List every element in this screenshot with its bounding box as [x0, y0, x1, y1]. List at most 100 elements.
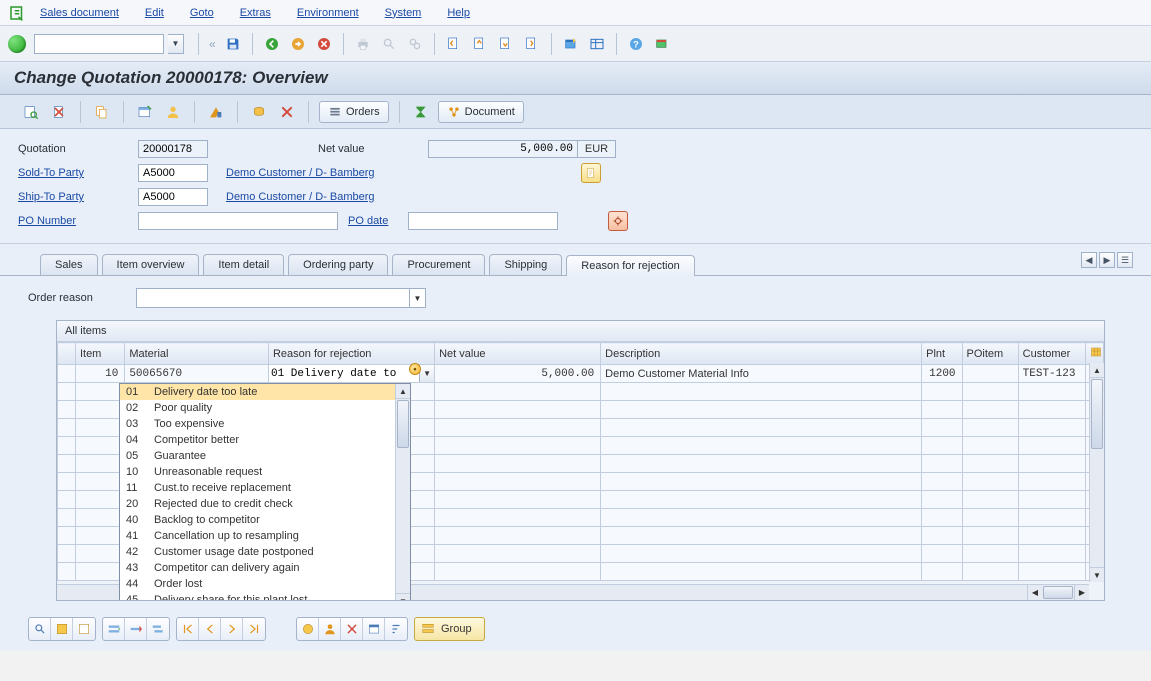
- col-material[interactable]: Material: [125, 343, 269, 365]
- grid-next-icon[interactable]: [221, 618, 243, 640]
- soldto-label[interactable]: Sold-To Party: [18, 167, 138, 179]
- cell-description[interactable]: Demo Customer Material Info: [601, 365, 922, 383]
- menu-system[interactable]: System: [385, 7, 422, 19]
- reason-option[interactable]: 10Unreasonable request: [120, 464, 410, 480]
- shipto-label[interactable]: Ship-To Party: [18, 191, 138, 203]
- menu-environment[interactable]: Environment: [297, 7, 359, 19]
- menu-command-icon[interactable]: [8, 4, 26, 22]
- tab-scroll-right-icon[interactable]: ▶: [1099, 252, 1115, 268]
- col-reason[interactable]: Reason for rejection: [268, 343, 434, 365]
- menu-edit[interactable]: Edit: [145, 7, 164, 19]
- reason-option[interactable]: 43Competitor can delivery again: [120, 560, 410, 576]
- dropdown-scrollbar[interactable]: ▲▼: [395, 384, 410, 600]
- header-document-icon[interactable]: [581, 163, 601, 183]
- reason-option[interactable]: 11Cust.to receive replacement: [120, 480, 410, 496]
- podate-label[interactable]: PO date: [348, 215, 408, 227]
- menu-help[interactable]: Help: [447, 7, 470, 19]
- cell-poitem[interactable]: [962, 365, 1018, 383]
- reason-option[interactable]: 20Rejected due to credit check: [120, 496, 410, 512]
- save-icon[interactable]: [222, 33, 244, 55]
- partner-icon[interactable]: [162, 101, 184, 123]
- new-session-icon[interactable]: [560, 33, 582, 55]
- reason-input[interactable]: [269, 365, 418, 382]
- grid-first-icon[interactable]: [177, 618, 199, 640]
- shipto-field[interactable]: [138, 188, 208, 206]
- ponum-field[interactable]: [138, 212, 338, 230]
- layout-icon[interactable]: [586, 33, 608, 55]
- reason-option[interactable]: 44Order lost: [120, 576, 410, 592]
- first-page-icon[interactable]: [443, 33, 465, 55]
- menu-goto[interactable]: Goto: [190, 7, 214, 19]
- copy-icon[interactable]: [91, 101, 113, 123]
- exit-icon[interactable]: [287, 33, 309, 55]
- grid-prev-icon[interactable]: [199, 618, 221, 640]
- grid-schedule-icon[interactable]: [363, 618, 385, 640]
- col-customer[interactable]: Customer: [1018, 343, 1085, 365]
- command-field[interactable]: [34, 34, 164, 54]
- value-help-icon[interactable]: •: [409, 363, 421, 375]
- cell-plnt[interactable]: 1200: [922, 365, 962, 383]
- display-icon[interactable]: [20, 101, 42, 123]
- grid-sort-icon[interactable]: [385, 618, 407, 640]
- podate-field[interactable]: [408, 212, 558, 230]
- reason-dropdown[interactable]: ▲▼ 01Delivery date too late02Poor qualit…: [119, 383, 411, 600]
- document-button[interactable]: Document: [438, 101, 524, 123]
- command-dropdown[interactable]: ▼: [168, 34, 184, 54]
- header-config-icon[interactable]: [608, 211, 628, 231]
- tab-shipping[interactable]: Shipping: [489, 254, 562, 275]
- reason-dropdown-btn[interactable]: ▼: [419, 365, 434, 382]
- cell-material[interactable]: 50065670: [125, 365, 269, 383]
- grid-delete-icon[interactable]: [341, 618, 363, 640]
- row-selector[interactable]: [58, 365, 76, 383]
- tab-ordering-party[interactable]: Ordering party: [288, 254, 388, 275]
- group-button[interactable]: Group: [414, 617, 485, 641]
- cell-netvalue[interactable]: 5,000.00: [435, 365, 601, 383]
- soldto-field[interactable]: [138, 164, 208, 182]
- reason-option[interactable]: 02Poor quality: [120, 400, 410, 416]
- quotation-field[interactable]: [138, 140, 208, 158]
- grid-vertical-scrollbar[interactable]: ▲▼: [1089, 363, 1104, 582]
- table-row[interactable]: 10 50065670 ▼ 5,000.00 Demo Customer Mat…: [58, 365, 1104, 383]
- ponum-label[interactable]: PO Number: [18, 215, 138, 227]
- tab-sales[interactable]: Sales: [40, 254, 98, 275]
- header-icon[interactable]: [134, 101, 156, 123]
- tab-item-detail[interactable]: Item detail: [203, 254, 284, 275]
- tab-procurement[interactable]: Procurement: [392, 254, 485, 275]
- soldto-name[interactable]: Demo Customer / D- Bamberg: [226, 167, 375, 179]
- config-icon[interactable]: [205, 101, 227, 123]
- tab-item-overview[interactable]: Item overview: [102, 254, 200, 275]
- order-reason-select[interactable]: ▼: [136, 288, 426, 308]
- back-icon[interactable]: [261, 33, 283, 55]
- col-config-icon[interactable]: [1085, 343, 1103, 365]
- grid-deselect-icon[interactable]: [73, 618, 95, 640]
- cancel-icon[interactable]: [313, 33, 335, 55]
- menu-extras[interactable]: Extras: [240, 7, 271, 19]
- last-page-icon[interactable]: [521, 33, 543, 55]
- cell-item[interactable]: 10: [75, 365, 124, 383]
- reason-option[interactable]: 05Guarantee: [120, 448, 410, 464]
- next-page-icon[interactable]: [495, 33, 517, 55]
- history-back-icon[interactable]: «: [207, 37, 218, 51]
- reject-all-icon[interactable]: [276, 101, 298, 123]
- col-plnt[interactable]: Plnt: [922, 343, 962, 365]
- customize-icon[interactable]: [651, 33, 673, 55]
- grid-delete-row-icon[interactable]: [125, 618, 147, 640]
- grid-insert-row-icon[interactable]: [103, 618, 125, 640]
- tab-reason-for-rejection[interactable]: Reason for rejection: [566, 255, 694, 276]
- reason-option[interactable]: 45Delivery share for this plant lost: [120, 592, 410, 600]
- reason-option[interactable]: 41Cancellation up to resampling: [120, 528, 410, 544]
- grid-user-icon[interactable]: [319, 618, 341, 640]
- col-netvalue[interactable]: Net value: [435, 343, 601, 365]
- grid-duplicate-icon[interactable]: [147, 618, 169, 640]
- sum-icon[interactable]: [410, 101, 432, 123]
- reason-option[interactable]: 40Backlog to competitor: [120, 512, 410, 528]
- grid-last-icon[interactable]: [243, 618, 265, 640]
- help-icon[interactable]: ?: [625, 33, 647, 55]
- tab-scroll-left-icon[interactable]: ◀: [1081, 252, 1097, 268]
- grid-pricing-icon[interactable]: [297, 618, 319, 640]
- reason-option[interactable]: 04Competitor better: [120, 432, 410, 448]
- menu-sales-document[interactable]: Sales document: [40, 7, 119, 19]
- cost-icon[interactable]: [248, 101, 270, 123]
- prev-page-icon[interactable]: [469, 33, 491, 55]
- enter-icon[interactable]: [8, 35, 26, 53]
